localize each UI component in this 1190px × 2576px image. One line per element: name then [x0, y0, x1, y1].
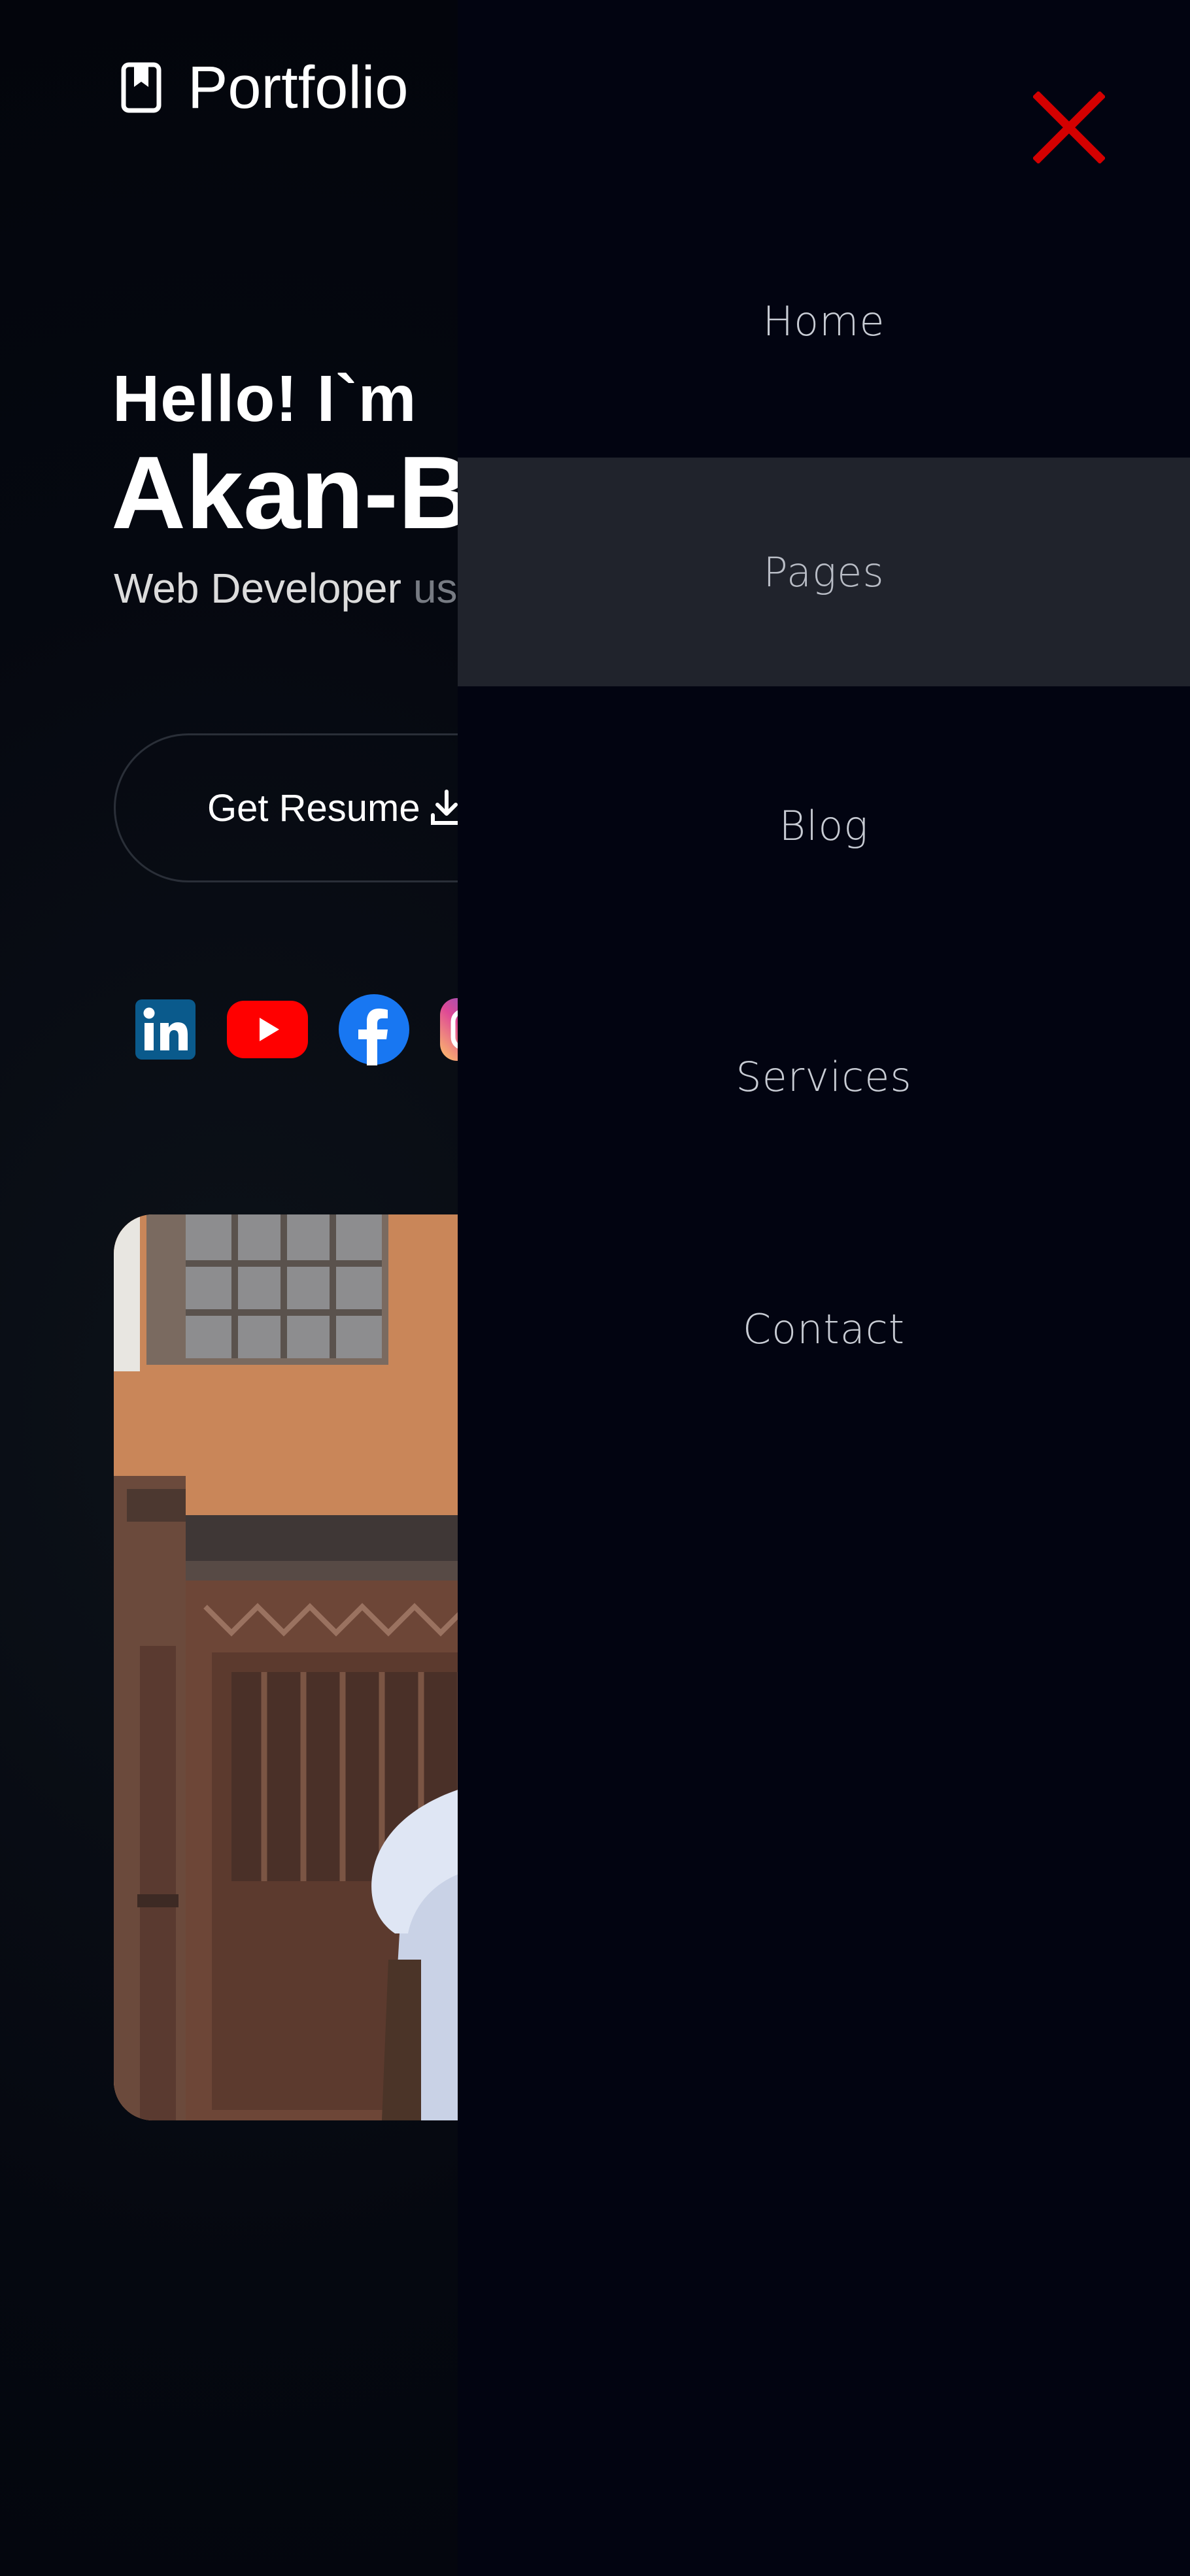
- social-links: [134, 994, 504, 1065]
- nav-item-label: Home: [762, 297, 885, 345]
- nav-item-pages[interactable]: Pages: [458, 458, 1190, 686]
- nav-item-label: Pages: [763, 548, 885, 596]
- nav-drawer: Home Pages Blog Services Contact: [458, 0, 1190, 2576]
- nav-item-services[interactable]: Services: [458, 962, 1190, 1191]
- nav-item-label: Contact: [742, 1305, 906, 1353]
- close-icon: [1032, 90, 1106, 165]
- facebook-icon[interactable]: [338, 994, 410, 1065]
- brand-logo[interactable]: Portfolio: [121, 58, 409, 118]
- nav-item-label: Services: [736, 1052, 912, 1101]
- hero-role-secondary: us: [413, 565, 458, 612]
- brand-text: Portfolio: [188, 54, 409, 121]
- nav-item-label: Blog: [779, 801, 869, 850]
- get-resume-label: Get Resume: [207, 786, 420, 829]
- hero-role: Web Developer us: [114, 567, 458, 609]
- bookmark-icon: [121, 62, 162, 113]
- youtube-icon[interactable]: [226, 999, 309, 1060]
- nav-item-home[interactable]: Home: [458, 207, 1190, 435]
- linkedin-icon[interactable]: [134, 998, 197, 1061]
- hero-role-primary: Web Developer: [114, 565, 401, 612]
- hero-greeting: Hello! I`m: [112, 362, 417, 435]
- close-menu-button[interactable]: [1032, 90, 1106, 165]
- nav-item-blog[interactable]: Blog: [458, 711, 1190, 940]
- nav-item-contact[interactable]: Contact: [458, 1214, 1190, 1443]
